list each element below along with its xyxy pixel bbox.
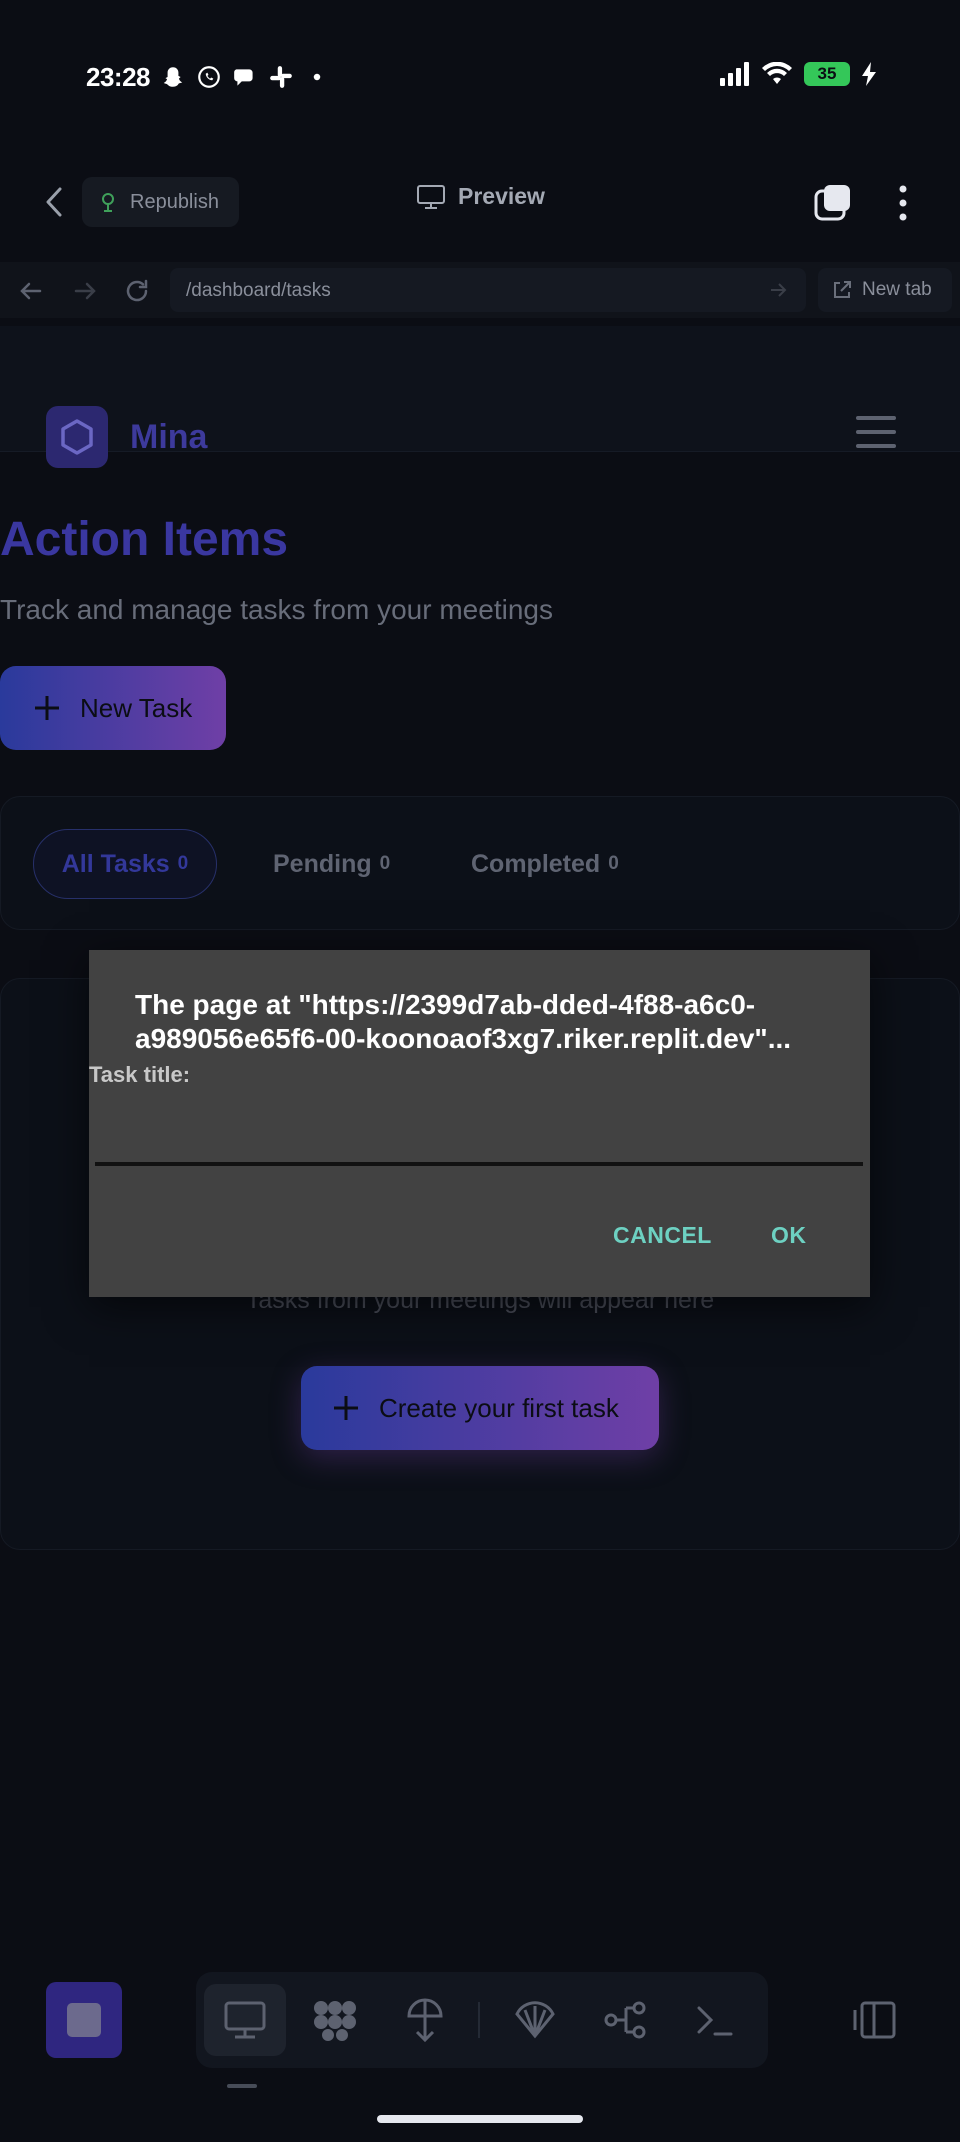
app-logo[interactable]: [46, 406, 108, 468]
notification-icons: [160, 64, 330, 90]
dock-agent[interactable]: [294, 1984, 376, 2056]
tab-completed[interactable]: Completed 0: [471, 829, 619, 899]
tab-all-tasks[interactable]: All Tasks 0: [33, 829, 217, 899]
back-arrow-icon[interactable]: [40, 185, 70, 219]
brand-name: Mina: [130, 418, 208, 456]
tab-count: 0: [608, 853, 619, 874]
open-new-tab-button[interactable]: New tab: [818, 268, 952, 312]
status-time: 23:28: [86, 62, 151, 92]
more-notifications-dot-icon: [313, 73, 321, 81]
slack-icon: [270, 66, 292, 88]
dock-tools: [196, 1972, 768, 2068]
active-tab-indicator: [227, 2084, 257, 2088]
more-menu-icon[interactable]: [888, 183, 918, 223]
preview-label: Preview: [458, 183, 545, 209]
ok-button[interactable]: OK: [771, 1222, 807, 1249]
republish-button[interactable]: Republish: [82, 177, 239, 227]
deploy-icon: [407, 1998, 443, 2042]
new-task-button[interactable]: New Task: [0, 666, 226, 750]
terminal-icon: [697, 2006, 733, 2036]
dock-deployments[interactable]: [384, 1984, 466, 2056]
new-task-label: New Task: [80, 692, 193, 723]
page-title: Action Items: [0, 513, 289, 566]
plus-icon: [35, 696, 59, 720]
wifi-icon: [762, 62, 792, 84]
signal-icon: [720, 62, 749, 86]
dock-database[interactable]: [494, 1984, 576, 2056]
reload-icon[interactable]: [122, 276, 152, 306]
preview-tab[interactable]: Preview: [416, 183, 545, 210]
prompt-dialog: The page at "https://2399d7ab-dded-4f88-…: [89, 950, 870, 1297]
whatsapp-icon: [198, 66, 220, 88]
dock-shell[interactable]: [674, 1984, 756, 2056]
battery-indicator: 35: [804, 62, 850, 86]
task-filter-tabs: All Tasks 0 Pending 0 Completed 0: [0, 796, 960, 930]
cancel-button[interactable]: CANCEL: [613, 1222, 712, 1249]
tab-label: Pending: [273, 849, 372, 878]
git-branch-icon: [604, 2001, 646, 2039]
dialog-title: The page at "https://2399d7ab-dded-4f88-…: [135, 989, 792, 1054]
snapchat-icon: [163, 67, 183, 87]
status-bar: 23:28 35: [0, 0, 960, 150]
dock-git[interactable]: [584, 1984, 666, 2056]
page-subtitle: Track and manage tasks from your meeting…: [0, 594, 553, 625]
task-title-input[interactable]: [95, 1096, 863, 1166]
hexagon-logo-icon: [61, 419, 93, 455]
tab-count: 0: [177, 853, 189, 874]
dock-separator: [478, 2002, 480, 2038]
new-tab-label: New tab: [862, 279, 932, 300]
create-first-task-label: Create your first task: [379, 1392, 619, 1423]
go-arrow-icon[interactable]: [768, 280, 788, 300]
home-indicator[interactable]: [377, 2115, 583, 2123]
url-input[interactable]: /dashboard/tasks: [170, 268, 806, 312]
tabs-switcher-icon[interactable]: [814, 183, 854, 223]
charging-icon: [862, 62, 876, 86]
panel-toggle-icon[interactable]: [852, 2000, 898, 2040]
external-link-icon: [834, 281, 851, 298]
tab-label: Completed: [471, 849, 601, 878]
system-status: 35: [720, 62, 876, 86]
shell-icon: [515, 2001, 555, 2039]
monitor-icon: [417, 184, 445, 209]
tab-label: All Tasks: [61, 849, 170, 878]
preview-url-bar: /dashboard/tasks New tab: [0, 262, 960, 318]
tab-count: 0: [379, 853, 391, 874]
dialog-label: Task title:: [89, 1062, 191, 1087]
republish-label: Republish: [130, 190, 219, 213]
messages-icon: [234, 69, 253, 86]
browser-forward-icon[interactable]: [70, 276, 100, 306]
dock-preview[interactable]: [204, 1984, 286, 2056]
create-first-task-button[interactable]: Create your first task: [301, 1366, 659, 1450]
url-path: /dashboard/tasks: [186, 280, 331, 301]
tab-pending[interactable]: Pending 0: [273, 829, 390, 899]
hamburger-menu-icon[interactable]: [856, 416, 896, 452]
browser-back-icon[interactable]: [16, 276, 46, 306]
editor-toolbar: Republish Preview: [0, 165, 960, 237]
stop-button[interactable]: [46, 1982, 122, 2058]
plus-icon: [334, 1396, 358, 1420]
deploy-icon: [102, 193, 114, 212]
monitor-icon: [224, 2001, 266, 2039]
agent-blob-icon: [314, 2001, 356, 2041]
bottom-dock: [0, 1960, 960, 2088]
stop-icon: [67, 2003, 101, 2037]
app-header: Mina: [0, 326, 960, 468]
